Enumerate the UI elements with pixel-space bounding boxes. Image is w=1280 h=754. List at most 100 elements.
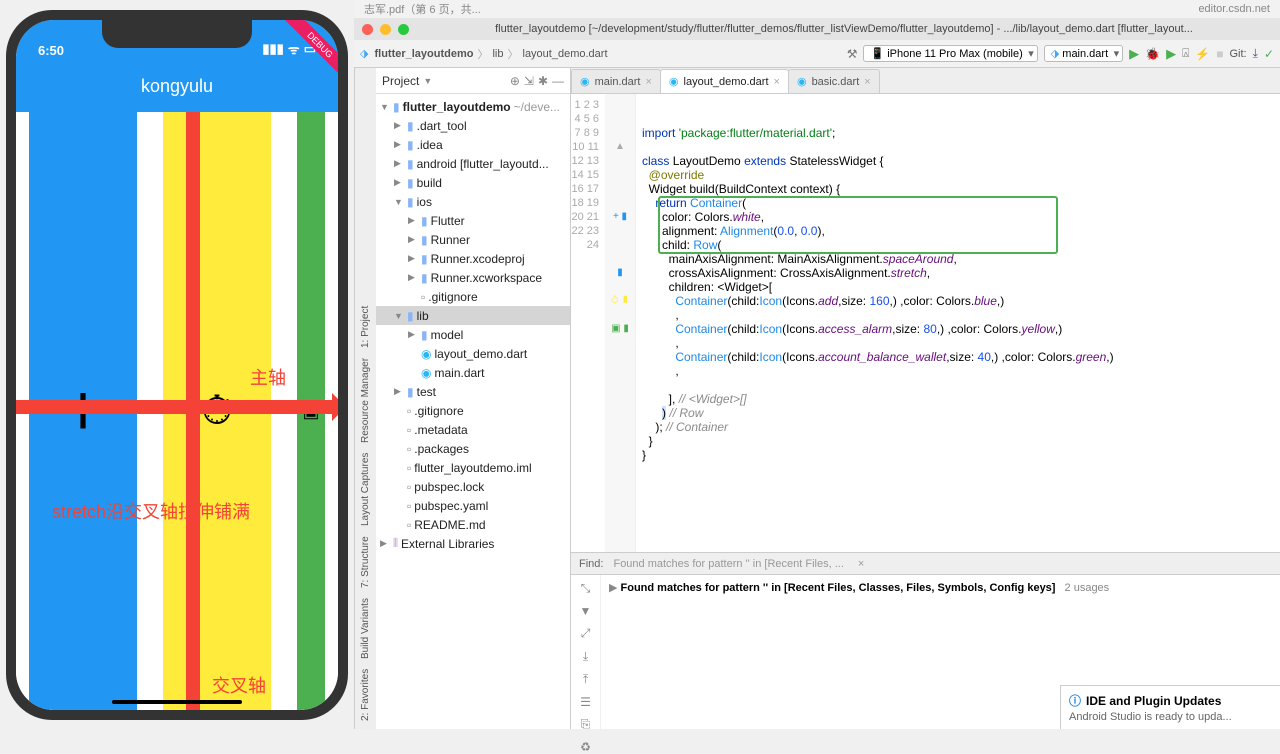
device-dropdown[interactable]: 📱 iPhone 11 Pro Max (mobile) xyxy=(863,45,1037,62)
close-window-icon[interactable] xyxy=(362,24,373,35)
left-tool-strip[interactable]: 2: Favorites Build Variants 7: Structure… xyxy=(354,68,376,729)
select-opened-file-icon[interactable]: ⊕ xyxy=(510,74,520,88)
results-toolbar[interactable]: ⤡ ▼ ⤢ ⤓ ⤒ ☰ ⎘ ♻ xyxy=(571,575,601,729)
collapse-icon[interactable]: ⤢ xyxy=(581,626,591,641)
tree-item--gitignore[interactable]: ▫ .gitignore xyxy=(376,401,570,420)
project-panel: Project ▼ ⊕ ⇲ ✱ — ▼▮ flutter_layoutdemo … xyxy=(376,68,571,729)
mac-tab-left: 志军.pdf（第 6 页，共... xyxy=(354,1,1198,17)
git-update-icon[interactable]: ⤓ xyxy=(1253,46,1258,61)
tree-item--dart-tool[interactable]: ▶▮ .dart_tool xyxy=(376,116,570,135)
find-placeholder[interactable]: Found matches for pattern '' in [Recent … xyxy=(613,558,843,570)
toolbar: ⬗ flutter_layoutdemo〉 lib〉 layout_demo.d… xyxy=(354,40,1280,68)
project-tree[interactable]: ▼▮ flutter_layoutdemo ~/deve...▶▮ .dart_… xyxy=(376,94,570,729)
minimize-window-icon[interactable] xyxy=(380,24,391,35)
tree-item-external-libraries[interactable]: ▶⫴ External Libraries xyxy=(376,534,570,553)
stop-icon[interactable]: ■ xyxy=(1216,47,1223,61)
label-stretch: stretch沿交叉轴拉伸铺满 xyxy=(52,498,250,524)
window-title: flutter_layoutdemo [~/development/study/… xyxy=(416,23,1272,35)
run-config-dropdown[interactable]: ⬗ main.dart xyxy=(1044,45,1123,62)
git-commit-icon[interactable]: ✓ xyxy=(1264,47,1274,61)
collapse-all-icon[interactable]: ⇲ xyxy=(524,74,534,88)
trash-icon[interactable]: ♻ xyxy=(580,740,591,754)
editor-tab-layout_demo-dart[interactable]: ◉layout_demo.dart× xyxy=(660,69,789,93)
notification-toast[interactable]: ⓘ IDE and Plugin Updates Android Studio i… xyxy=(1060,685,1280,729)
tree-item-runner-xcodeproj[interactable]: ▶▮ Runner.xcodeproj xyxy=(376,249,570,268)
tree-item-runner-xcworkspace[interactable]: ▶▮ Runner.xcworkspace xyxy=(376,268,570,287)
tool-variants[interactable]: Build Variants xyxy=(360,598,371,659)
column-blue: + xyxy=(29,112,137,710)
tool-favorites[interactable]: 2: Favorites xyxy=(360,669,371,721)
ide-window: 志军.pdf（第 6 页，共... editor.csdn.net flutte… xyxy=(354,0,1280,729)
tree-item-flutter[interactable]: ▶▮ Flutter xyxy=(376,211,570,230)
tree-item-pubspec-lock[interactable]: ▫ pubspec.lock xyxy=(376,477,570,496)
info-icon: ⓘ xyxy=(1069,692,1081,709)
close-tab-icon[interactable]: × xyxy=(774,76,780,88)
crumb-file[interactable]: layout_demo.dart xyxy=(523,48,608,60)
editor-tab-basic-dart[interactable]: ◉basic.dart× xyxy=(788,69,880,93)
tree-item-ios[interactable]: ▼▮ ios xyxy=(376,192,570,211)
crumb-project[interactable]: flutter_layoutdemo xyxy=(374,48,473,60)
attach-icon[interactable]: ⍓ xyxy=(1182,46,1189,61)
column-green: ▣ xyxy=(297,112,325,710)
tree-item-flutter-layoutdemo[interactable]: ▼▮ flutter_layoutdemo ~/deve... xyxy=(376,97,570,116)
filter-icon[interactable]: ▼ xyxy=(580,604,592,618)
maximize-window-icon[interactable] xyxy=(398,24,409,35)
tree-item-main-dart[interactable]: ◉ main.dart xyxy=(376,363,570,382)
line-numbers: 1 2 3 4 5 6 7 8 9 10 11 12 13 14 15 16 1… xyxy=(571,94,605,552)
expand-all-icon[interactable]: ⤡ xyxy=(581,581,591,596)
tree-item-build[interactable]: ▶▮ build xyxy=(376,173,570,192)
crumb-lib[interactable]: lib xyxy=(492,48,503,60)
hammer-icon[interactable]: ⚒ xyxy=(847,47,858,61)
close-find-icon[interactable]: × xyxy=(858,558,864,570)
close-tab-icon[interactable]: × xyxy=(864,76,870,88)
download-icon[interactable]: ⤓ xyxy=(583,649,588,664)
git-label: Git: xyxy=(1230,48,1247,60)
tree-item--metadata[interactable]: ▫ .metadata xyxy=(376,420,570,439)
alarm-icon: ⏱ xyxy=(201,389,232,434)
mac-titlebar: flutter_layoutdemo [~/development/study/… xyxy=(354,18,1280,40)
results-usages: 2 usages xyxy=(1065,582,1110,594)
toast-title: IDE and Plugin Updates xyxy=(1086,694,1221,708)
tree-item-pubspec-yaml[interactable]: ▫ pubspec.yaml xyxy=(376,496,570,515)
results-summary: Found matches for pattern '' in [Recent … xyxy=(621,582,1056,594)
editor-area: ◉main.dart×◉layout_demo.dart×◉basic.dart… xyxy=(571,68,1280,729)
upload-icon[interactable]: ⤒ xyxy=(583,672,588,687)
tree-item-layout-demo-dart[interactable]: ◉ layout_demo.dart xyxy=(376,344,570,363)
tree-item--packages[interactable]: ▫ .packages xyxy=(376,439,570,458)
close-tab-icon[interactable]: × xyxy=(645,76,651,88)
tool-captures[interactable]: Layout Captures xyxy=(360,453,371,526)
tool-project[interactable]: 1: Project xyxy=(360,305,371,347)
settings-icon[interactable]: ✱ xyxy=(538,74,548,88)
tree-item-android--flutter-layoutd---[interactable]: ▶▮ android [flutter_layoutd... xyxy=(376,154,570,173)
tree-item-flutter-layoutdemo-iml[interactable]: ▫ flutter_layoutdemo.iml xyxy=(376,458,570,477)
debug-icon[interactable]: 🐞 xyxy=(1145,47,1160,61)
tree-item--gitignore[interactable]: ▫ .gitignore xyxy=(376,287,570,306)
tool-resmgr[interactable]: Resource Manager xyxy=(360,358,371,443)
find-bar[interactable]: Find: Found matches for pattern '' in [R… xyxy=(571,552,1280,574)
tool-structure[interactable]: 7: Structure xyxy=(360,536,371,588)
editor-body[interactable]: 1 2 3 4 5 6 7 8 9 10 11 12 13 14 15 16 1… xyxy=(571,94,1280,552)
hide-panel-icon[interactable]: — xyxy=(552,74,564,88)
phone-frame: DEBUG 6:50 ▮▮▮ ᯤ ▭ kongyulu + ⏱ ▣ 主轴 交叉轴… xyxy=(6,10,348,720)
breadcrumbs[interactable]: flutter_layoutdemo〉 lib〉 layout_demo.dar… xyxy=(374,46,607,62)
mac-tab-hint: 志军.pdf（第 6 页，共... editor.csdn.net xyxy=(354,0,1280,18)
tree-item--idea[interactable]: ▶▮ .idea xyxy=(376,135,570,154)
toast-message: Android Studio is ready to upda... xyxy=(1069,711,1272,723)
project-header-label[interactable]: Project xyxy=(382,74,419,88)
pin-icon[interactable]: ⎘ xyxy=(581,717,591,732)
run-icon[interactable]: ▶ xyxy=(1129,46,1139,62)
tree-item-readme-md[interactable]: ▫ README.md xyxy=(376,515,570,534)
code-content[interactable]: import 'package:flutter/material.dart'; … xyxy=(636,94,1280,552)
tree-item-runner[interactable]: ▶▮ Runner xyxy=(376,230,570,249)
tree-item-model[interactable]: ▶▮ model xyxy=(376,325,570,344)
profile-icon[interactable]: ▶ xyxy=(1166,46,1176,62)
tree-item-test[interactable]: ▶▮ test xyxy=(376,382,570,401)
toolbar-right: ⚒ 📱 iPhone 11 Pro Max (mobile) ⬗ main.da… xyxy=(847,45,1274,62)
group-icon[interactable]: ☰ xyxy=(580,695,591,709)
phone-notch xyxy=(102,20,252,48)
tree-item-lib[interactable]: ▼▮ lib xyxy=(376,306,570,325)
gutter-marks[interactable]: ▲+ ▮▮⏱ ▮▣ ▮ xyxy=(605,94,635,552)
editor-tabbar[interactable]: ◉main.dart×◉layout_demo.dart×◉basic.dart… xyxy=(571,68,1280,94)
editor-tab-main-dart[interactable]: ◉main.dart× xyxy=(571,69,661,93)
hot-reload-icon[interactable]: ⚡ xyxy=(1195,47,1210,61)
